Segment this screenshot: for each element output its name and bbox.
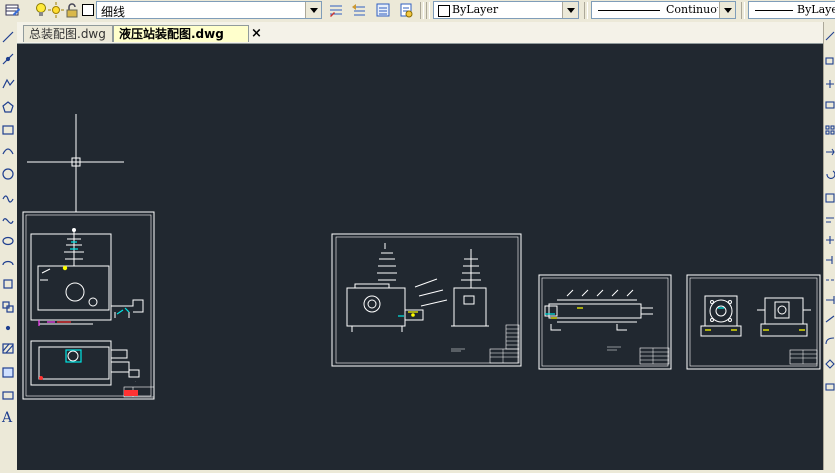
erase-icon [825,31,835,41]
arc-tool-icon [2,148,14,155]
construction-line-icon [2,53,14,65]
linetype-dropdown[interactable]: Continuous [591,1,736,19]
linetype-sample-line [598,10,660,11]
draw-toolbar: A [0,22,18,470]
draw-toolbar-icons: A [1,31,15,426]
sheet-1-note: . [135,379,136,383]
ellipse-arc-tool-icon [2,260,14,266]
layers-properties-toolbar: 细线 ByLayer Continuous ByLayer [0,0,835,23]
drawing-sheet-2 [331,233,522,367]
drawing-graphics: . [22,114,821,400]
lineweight-value: ByLayer [797,3,835,16]
mtext-tool-icon: A [1,410,13,426]
sun-icon[interactable] [48,2,64,18]
color-value: ByLayer [452,3,499,16]
layer-states-icon[interactable] [375,2,391,18]
region-tool-icon [2,391,14,400]
color-square-icon [80,2,96,18]
explode-icon [825,359,835,369]
sheet-4-colored-parts [705,307,805,331]
line-tool-icon [2,31,14,43]
color-dropdown[interactable]: ByLayer [433,1,579,19]
scale-icon [825,193,835,203]
lineweight-sample-line [755,10,793,11]
linetype-value: Continuous [666,3,718,16]
layer-previous-icon[interactable] [351,2,367,18]
copy-icon [825,57,834,65]
lineweight-dropdown[interactable]: ByLayer [748,1,835,19]
polygon-tool-icon [2,101,14,113]
sheet-1-colored-parts [38,241,138,396]
stretch-icon [826,217,834,223]
spline-tool-icon [2,218,14,224]
properties-icon [825,383,835,391]
rotate-icon [826,170,835,179]
extend-icon [826,256,833,264]
model-space-canvas[interactable]: . [17,44,823,470]
circle-tool-icon [2,168,14,180]
drawing-sheet-1: . [22,211,155,400]
match-layer-icon[interactable] [398,2,414,18]
make-block-icon [2,301,14,313]
ellipse-tool-icon [2,236,14,246]
layer-dropdown[interactable]: 细线 [96,1,322,19]
join-icon [826,296,835,304]
linetype-dropdown-arrow-icon[interactable] [719,2,735,18]
gradient-tool-icon [2,367,14,378]
layer-manager-icon[interactable] [4,2,20,18]
insert-block-icon [3,279,13,289]
mirror-icon [826,80,834,88]
drawing-tabs-bar: 总装配图.dwg 液压站装配图.dwg × [17,22,835,44]
drawing-sheet-3 [538,274,672,370]
modify-toolbar-icons [825,31,835,391]
polyline-tool-icon [2,78,15,89]
tab-hydraulic-station-drawing[interactable]: 液压站装配图.dwg [113,25,249,42]
move-icon [826,148,835,156]
hatch-tool-icon [2,343,14,354]
point-tool-icon [5,325,11,331]
drawing-sheet-4 [686,274,821,370]
trim-icon [826,236,834,244]
tab-assembly-drawing[interactable]: 总装配图.dwg [23,25,113,42]
array-icon [825,125,835,135]
color-dropdown-arrow-icon[interactable] [562,2,578,18]
revcloud-tool-icon [2,195,14,203]
color-swatch-icon [438,5,450,17]
current-layer-name: 细线 [101,5,126,19]
crosshair-cursor-icon [27,114,124,212]
close-tab-icon[interactable]: × [251,26,262,41]
fillet-icon [825,337,835,345]
modify-toolbar [823,22,835,470]
make-current-icon[interactable] [328,2,344,18]
dropdown-arrow-icon[interactable] [305,2,321,18]
offset-icon [825,101,835,109]
bulb-on-icon[interactable] [33,2,49,18]
rectangle-tool-icon [2,125,14,135]
chamfer-icon [825,315,835,323]
lock-icon[interactable] [64,2,80,18]
sheet-2-colored-parts [398,311,418,317]
